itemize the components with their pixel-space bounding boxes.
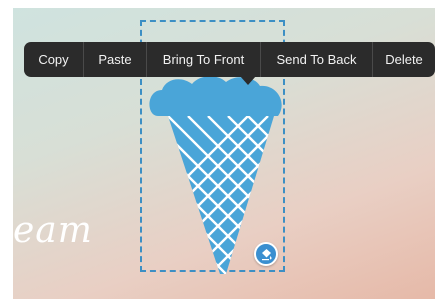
copy-button[interactable]: Copy	[24, 42, 84, 77]
bring-to-front-button[interactable]: Bring To Front	[147, 42, 261, 77]
paint-bucket-glyph	[261, 248, 272, 260]
paste-button[interactable]: Paste	[84, 42, 147, 77]
context-menu-pointer	[240, 76, 256, 85]
send-to-back-button[interactable]: Send To Back	[261, 42, 373, 77]
paint-bucket-icon[interactable]	[254, 242, 278, 266]
canvas-text-fragment[interactable]: eam	[13, 206, 123, 256]
context-menu: Copy Paste Bring To Front Send To Back D…	[24, 42, 435, 77]
delete-button[interactable]: Delete	[373, 42, 435, 77]
